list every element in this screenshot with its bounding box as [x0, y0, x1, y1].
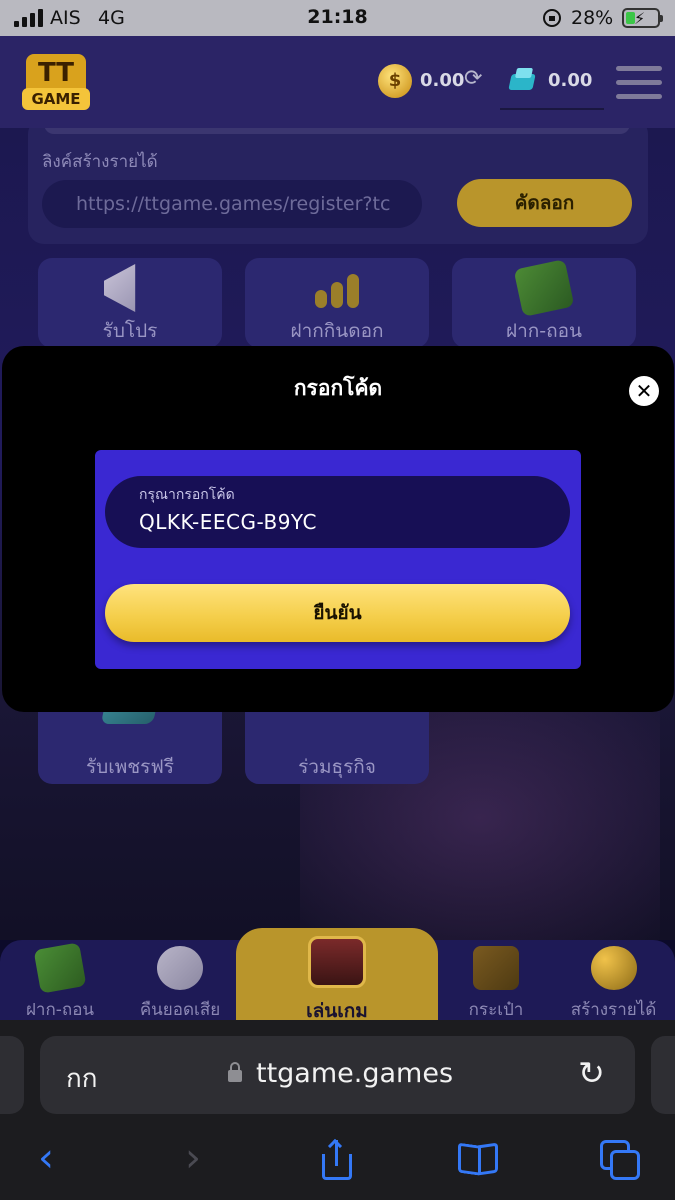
- confirm-button[interactable]: ยืนยัน: [105, 584, 570, 642]
- share-icon[interactable]: [318, 1138, 356, 1180]
- code-input-value[interactable]: QLKK-EECG-B9YC: [139, 510, 317, 534]
- reload-icon[interactable]: ↻: [578, 1054, 605, 1092]
- code-input[interactable]: กรุณากรอกโค้ด QLKK-EECG-B9YC: [105, 476, 570, 548]
- gem-balance: 0.00: [548, 70, 593, 91]
- refresh-balance-icon[interactable]: ⟳: [464, 66, 482, 91]
- menu-tile-interest-deposit[interactable]: ฝากกินดอก: [245, 258, 429, 348]
- lock-icon: [228, 1062, 242, 1082]
- previous-tab-preview[interactable]: [0, 1036, 24, 1114]
- hamburger-menu-icon[interactable]: [616, 66, 662, 100]
- referral-link-label: ลิงค์สร้างรายได้: [42, 152, 158, 172]
- gem-icon: [508, 68, 538, 94]
- referral-link-field[interactable]: https://ttgame.games/register?tc: [42, 180, 422, 228]
- address-bar[interactable]: กก ttgame.games ↻: [40, 1036, 635, 1114]
- coin-growth-chart-icon: [311, 264, 363, 312]
- menu-tile-promotions[interactable]: รับโปร: [38, 258, 222, 348]
- cashback-icon: [157, 946, 203, 990]
- bookmarks-icon[interactable]: [458, 1142, 502, 1178]
- next-tab-preview[interactable]: [651, 1036, 675, 1114]
- nav-item-play-game[interactable]: เล่นเกม: [236, 928, 438, 1022]
- coin-icon: $: [378, 64, 412, 98]
- megaphone-icon: [104, 264, 136, 312]
- nav-item-deposit-withdraw[interactable]: ฝาก-ถอน: [10, 940, 110, 1020]
- slot-machine-icon: [308, 936, 366, 988]
- divider: [500, 108, 604, 110]
- battery-percent: 28%: [571, 7, 614, 29]
- nav-item-earn-income[interactable]: สร้างรายได้: [556, 940, 671, 1020]
- referral-people-icon: [590, 946, 637, 990]
- orientation-lock-icon: [543, 9, 561, 27]
- wallet-icon: [473, 946, 519, 990]
- back-icon[interactable]: ‹: [38, 1138, 54, 1178]
- page-settings-button[interactable]: กก: [66, 1058, 97, 1099]
- forward-icon[interactable]: ›: [185, 1138, 201, 1178]
- code-input-label: กรุณากรอกโค้ด: [139, 487, 235, 503]
- copy-link-button[interactable]: คัดลอก: [457, 179, 632, 227]
- status-bar: AIS 4G 21:18 28% ⚡: [0, 0, 675, 36]
- ttgame-logo[interactable]: TT GAME: [22, 54, 90, 112]
- money-icon: [513, 259, 575, 317]
- close-icon[interactable]: ✕: [629, 376, 659, 406]
- code-form-panel: กรุณากรอกโค้ด QLKK-EECG-B9YC ยืนยัน: [95, 450, 581, 669]
- url-text[interactable]: ttgame.games: [256, 1058, 453, 1089]
- tabs-icon[interactable]: [600, 1140, 642, 1180]
- site-header: TT GAME $ 0.00 ⟳ 0.00: [0, 36, 675, 128]
- modal-title: กรอกโค้ด: [293, 376, 383, 400]
- battery-charging-icon: ⚡: [622, 8, 663, 28]
- nav-item-wallet[interactable]: กระเป๋า: [446, 940, 546, 1020]
- enter-code-modal: กรอกโค้ด ✕ กรุณากรอกโค้ด QLKK-EECG-B9YC …: [2, 346, 674, 712]
- coin-balance: 0.00: [420, 70, 465, 91]
- money-icon: [33, 942, 87, 994]
- menu-tile-deposit-withdraw[interactable]: ฝาก-ถอน: [452, 258, 636, 348]
- nav-item-cashback[interactable]: คืนยอดเสีย: [125, 940, 235, 1020]
